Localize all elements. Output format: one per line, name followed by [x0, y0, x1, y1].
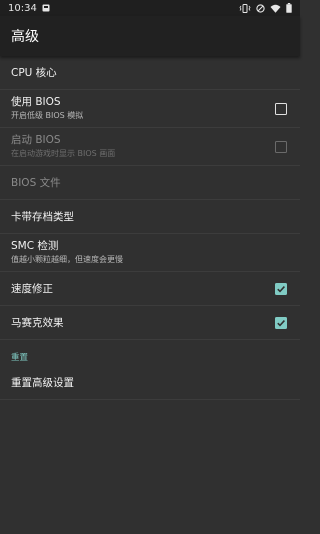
section-header-reset: 重置	[0, 340, 300, 366]
use-bios-checkbox[interactable]	[275, 102, 287, 115]
pref-bios-file: BIOS 文件	[0, 166, 300, 200]
status-bar: 10:34	[0, 0, 300, 16]
page-title: 高级	[11, 29, 39, 45]
pref-title: 使用 BIOS	[11, 96, 61, 108]
clock: 10:34	[8, 2, 37, 14]
pref-title: CPU 核心	[11, 66, 57, 79]
pref-title: 启动 BIOS	[11, 134, 61, 146]
pref-title: SMC 检测	[11, 240, 59, 252]
pref-title: 速度修正	[11, 282, 53, 295]
pref-summary: 开启低级 BIOS 模拟	[11, 111, 84, 120]
speed-fix-checkbox[interactable]	[275, 282, 287, 295]
block-icon	[256, 3, 265, 13]
pref-summary: 在启动游戏时显示 BIOS 画面	[11, 149, 116, 158]
pref-title: 卡带存档类型	[11, 210, 74, 223]
pref-cpu-core[interactable]: CPU 核心	[0, 56, 300, 90]
notification-icon	[42, 4, 50, 12]
check-icon	[277, 285, 285, 293]
pref-speed-fix[interactable]: 速度修正	[0, 272, 300, 306]
check-icon	[277, 319, 285, 327]
pref-title: 重置高级设置	[11, 376, 74, 389]
pref-use-bios[interactable]: 使用 BIOS 开启低级 BIOS 模拟	[0, 90, 300, 128]
pref-title: 马赛克效果	[11, 316, 64, 329]
pref-summary: 值越小颗粒越细，但速度会更慢	[11, 255, 123, 264]
section-header-label: 重置	[11, 353, 29, 363]
pref-save-type[interactable]: 卡带存档类型	[0, 200, 300, 234]
app-bar: 高级	[0, 16, 300, 56]
pref-boot-bios: 启动 BIOS 在启动游戏时显示 BIOS 画面	[0, 128, 300, 166]
pref-smc-check[interactable]: SMC 检测 值越小颗粒越细，但速度会更慢	[0, 234, 300, 272]
boot-bios-checkbox	[275, 140, 287, 153]
wifi-icon	[270, 4, 281, 13]
pref-reset-advanced[interactable]: 重置高级设置	[0, 366, 300, 400]
vibrate-icon	[239, 3, 251, 13]
pref-mosaic[interactable]: 马赛克效果	[0, 306, 300, 340]
settings-list: CPU 核心 使用 BIOS 开启低级 BIOS 模拟 启动 BIOS 在启动游…	[0, 56, 300, 400]
battery-icon	[286, 3, 292, 13]
pref-title: BIOS 文件	[11, 176, 61, 189]
mosaic-checkbox[interactable]	[275, 316, 287, 329]
